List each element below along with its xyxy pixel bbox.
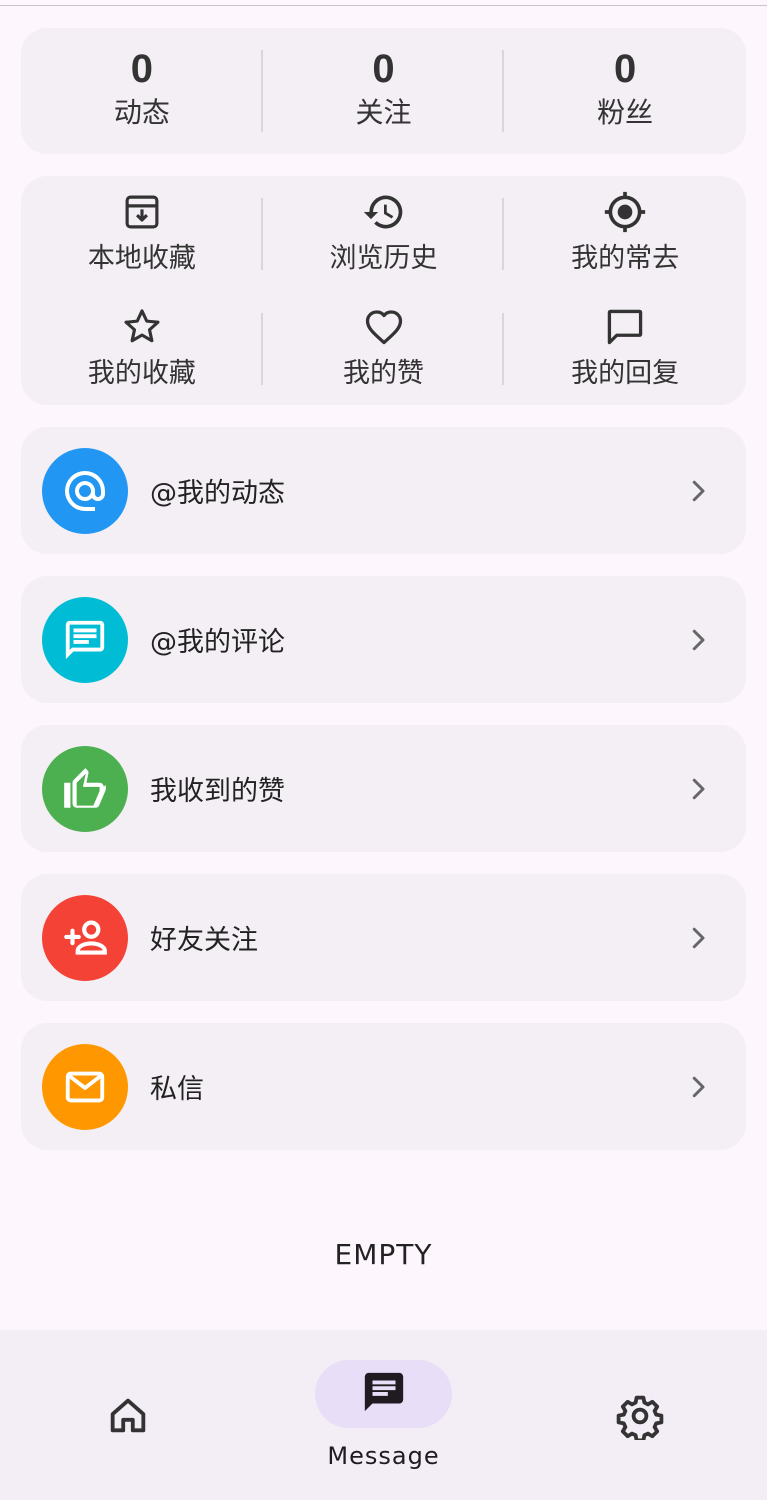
nav-active-indicator: [315, 1360, 452, 1428]
shortcut-frequent[interactable]: 我的常去: [504, 190, 746, 290]
thumb-up-icon: [42, 745, 128, 832]
stat-following[interactable]: 0 关注: [263, 28, 505, 154]
empty-state-text: EMPTY: [334, 1238, 433, 1271]
bottom-navigation: Message: [0, 1330, 767, 1500]
stat-count: 0: [372, 47, 395, 91]
shortcut-history[interactable]: 浏览历史: [263, 190, 505, 290]
list-item-label: 我收到的赞: [150, 776, 285, 807]
shortcut-label: 浏览历史: [329, 243, 438, 274]
stat-posts[interactable]: 0 动态: [21, 28, 263, 154]
home-icon: [105, 1392, 151, 1442]
shortcut-local-favorites[interactable]: 本地收藏: [21, 190, 263, 290]
stat-label: 动态: [113, 96, 170, 129]
shortcut-grid: 本地收藏 浏览历史 我的常去 我的收藏 我的赞 我的回复: [21, 176, 746, 405]
message-icon: [42, 596, 128, 683]
nav-message[interactable]: Message: [315, 1360, 452, 1470]
list-item-label: 私信: [150, 1074, 204, 1105]
heart-icon: [362, 305, 406, 349]
list-item-label: @我的动态: [150, 478, 285, 509]
shortcut-label: 我的收藏: [87, 358, 196, 389]
stat-label: 粉丝: [597, 96, 654, 129]
list-item-private-messages[interactable]: 私信: [21, 1023, 746, 1150]
archive-icon: [120, 190, 164, 234]
chevron-right-icon: [668, 1057, 728, 1117]
shortcut-label: 我的回复: [571, 358, 680, 389]
gear-icon: [616, 1392, 664, 1444]
stat-count: 0: [130, 47, 153, 91]
shortcut-label: 我的赞: [343, 358, 424, 389]
mail-icon: [42, 1043, 128, 1130]
shortcut-my-favorites[interactable]: 我的收藏: [21, 305, 263, 405]
list-item-label: @我的评论: [150, 627, 285, 658]
shortcut-my-likes[interactable]: 我的赞: [263, 305, 505, 405]
shortcut-label: 本地收藏: [87, 243, 196, 274]
star-icon: [120, 305, 164, 349]
chevron-right-icon: [668, 759, 728, 819]
person-add-icon: [42, 894, 128, 981]
nav-home[interactable]: [98, 1392, 158, 1442]
list-item-label: 好友关注: [150, 925, 258, 956]
stat-followers[interactable]: 0 粉丝: [504, 28, 746, 154]
chat-icon: [361, 1369, 407, 1419]
shortcut-label: 我的常去: [571, 243, 680, 274]
shortcut-my-replies[interactable]: 我的回复: [504, 305, 746, 405]
list-item-mentions-comments[interactable]: @我的评论: [21, 576, 746, 703]
at-sign-icon: [42, 447, 128, 534]
nav-label: Message: [327, 1442, 440, 1470]
history-icon: [362, 190, 406, 234]
top-divider: [0, 0, 767, 6]
stats-card: 0 动态 0 关注 0 粉丝: [21, 28, 746, 154]
chevron-right-icon: [668, 908, 728, 968]
comment-icon: [603, 305, 647, 349]
chevron-right-icon: [668, 610, 728, 670]
list-item-received-likes[interactable]: 我收到的赞: [21, 725, 746, 852]
stat-label: 关注: [355, 96, 412, 129]
chevron-right-icon: [668, 461, 728, 521]
location-target-icon: [603, 190, 647, 234]
list-item-friend-follows[interactable]: 好友关注: [21, 874, 746, 1001]
stat-count: 0: [614, 47, 637, 91]
nav-settings[interactable]: [610, 1392, 670, 1444]
list-item-mentions-posts[interactable]: @我的动态: [21, 427, 746, 554]
